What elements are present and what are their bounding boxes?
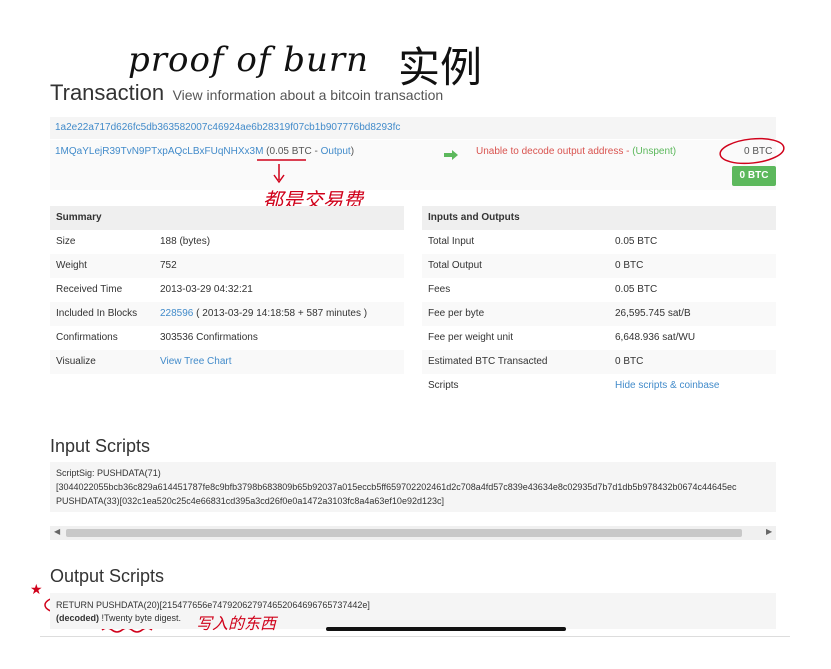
summary-heading: Summary [50,206,404,230]
table-row: Scripts Hide scripts & coinbase [422,374,776,398]
io-heading: Inputs and Outputs [422,206,776,230]
table-row: Included In Blocks 228596 ( 2013-03-29 1… [50,302,404,326]
hide-scripts-link[interactable]: Hide scripts & coinbase [615,374,720,398]
output-scripts-box: RETURN PUSHDATA(20)[215477656e7479206279… [50,593,776,629]
view-tree-chart-link[interactable]: View Tree Chart [160,350,232,374]
handwritten-return-note: 写入的东西 [196,614,277,633]
table-row: Weight 752 [50,254,404,278]
table-row: Confirmations 303536 Confirmations [56,332,258,343]
summary-table: Summary Size 188 (bytes) Weight 752 Rece… [50,206,404,374]
output-scripts-heading: Output Scripts [50,566,165,586]
scrollbar-thumb[interactable] [66,529,742,537]
scroll-left-icon[interactable]: ◀ [54,527,60,536]
decoded-label: (decoded) [56,613,100,623]
horizontal-scrollbar[interactable]: ◀ ▶ [50,526,776,540]
table-row: Received Time 2013-03-29 04:32:21 [56,284,253,295]
table-row: Estimated BTC Transacted 0 BTC [422,350,776,374]
table-row: Visualize View Tree Chart [50,350,404,374]
input-scripts-box: ScriptSig: PUSHDATA(71) [3044022055bcb36… [50,462,776,512]
table-row: Fee per byte 26,595.745 sat/B [422,302,776,326]
table-row: Total Input 0.05 BTC [428,236,658,247]
io-table: Inputs and Outputs Total Input 0.05 BTC … [422,206,776,398]
table-row: Fee per weight unit 6,648.936 sat/WU [428,332,696,343]
decoded-value: !Twenty byte digest. [99,613,182,623]
star-mark: ★ [30,582,43,598]
script-sig-data: [3044022055bcb36c829a614451787fe8c9bfb37… [56,482,737,492]
script-pushdata: PUSHDATA(33)[032c1ea520c25c4e66831cd395a… [56,496,444,506]
bottom-divider [40,636,790,637]
output-pushdata: PUSHDATA(20)[215477656e74792062797465206… [93,600,370,610]
home-indicator [326,627,566,631]
decoded-line: (decoded) !Twenty byte digest. [56,611,181,625]
table-row: Size 188 (bytes) [56,236,211,247]
table-row: Fees 0.05 BTC [428,284,658,295]
block-link[interactable]: 228596 [160,308,193,319]
return-op: RETURN [56,600,94,610]
script-sig-line: ScriptSig: PUSHDATA(71) [56,468,161,478]
input-scripts-heading: Input Scripts [50,436,151,456]
table-row: Total Output 0 BTC [422,254,776,278]
scroll-right-icon[interactable]: ▶ [766,527,772,536]
